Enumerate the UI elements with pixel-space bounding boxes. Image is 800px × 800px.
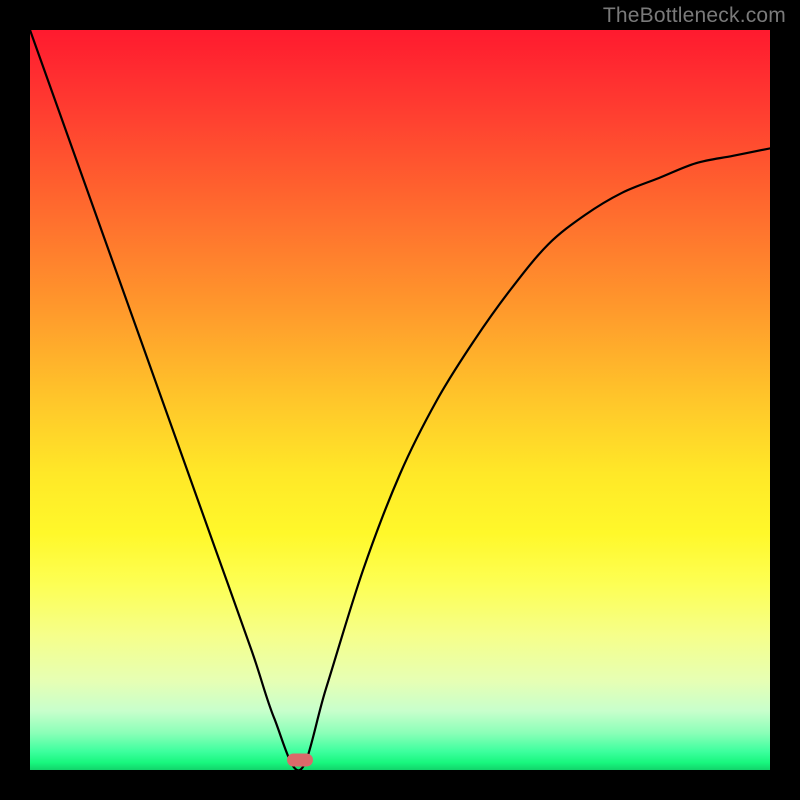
optimal-point-marker: [287, 753, 313, 766]
curve-layer: [30, 30, 770, 770]
plot-area: [30, 30, 770, 770]
chart-frame: TheBottleneck.com: [0, 0, 800, 800]
watermark-text: TheBottleneck.com: [603, 4, 786, 28]
bottleneck-curve: [30, 30, 770, 770]
